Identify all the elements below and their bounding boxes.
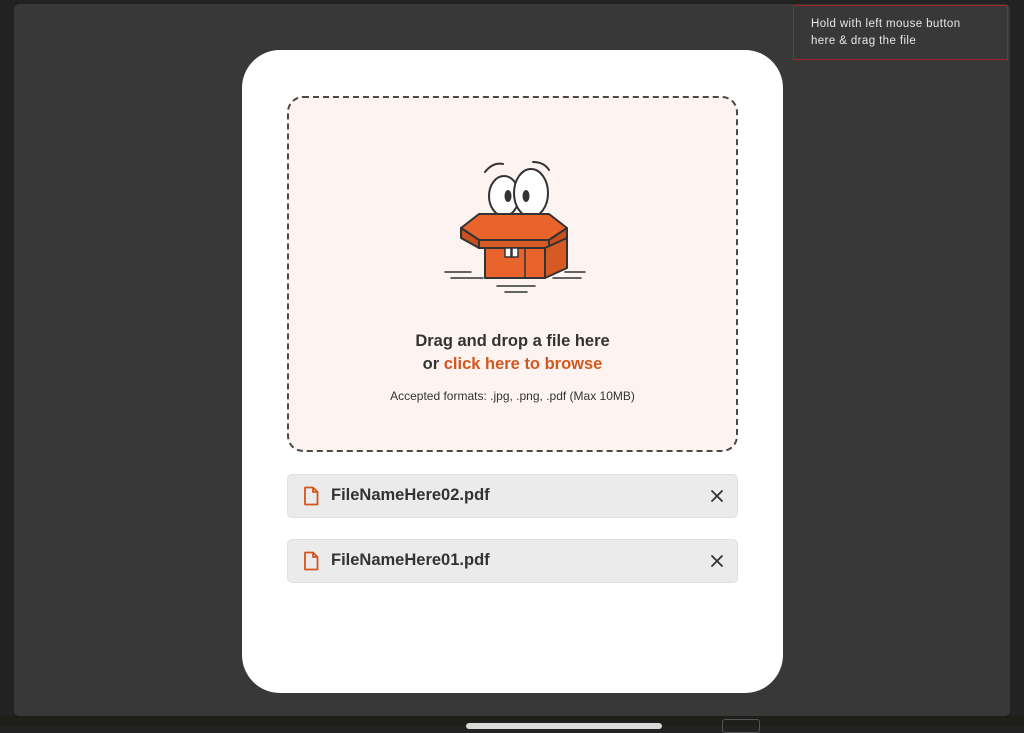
file-list-item[interactable]: FileNameHere02.pdf (287, 474, 738, 518)
file-icon (304, 551, 319, 571)
dropzone-browse-line: or click here to browse (289, 355, 736, 374)
home-indicator (466, 723, 662, 729)
file-name: FileNameHere02.pdf (331, 486, 490, 504)
or-label: or (422, 355, 440, 373)
browse-link[interactable]: click here to browse (444, 355, 603, 373)
file-list-item[interactable]: FileNameHere01.pdf (287, 539, 738, 583)
drag-hint-tooltip: Hold with left mouse button here & drag … (793, 5, 1008, 60)
file-dropzone[interactable]: Drag and drop a file here or click here … (287, 96, 738, 452)
accepted-formats-text: Accepted formats: .jpg, .png, .pdf (Max … (390, 389, 635, 403)
tooltip-line-1: Hold with left mouse button (811, 18, 961, 30)
bottom-control (722, 719, 760, 733)
file-icon (304, 486, 319, 506)
close-icon[interactable] (710, 554, 724, 568)
close-icon[interactable] (710, 489, 724, 503)
dropzone-title: Drag and drop a file here (415, 332, 610, 350)
tooltip-line-2: here & drag the file (811, 35, 917, 47)
box-mascot-illustration (444, 161, 586, 293)
file-name: FileNameHere01.pdf (331, 551, 490, 569)
